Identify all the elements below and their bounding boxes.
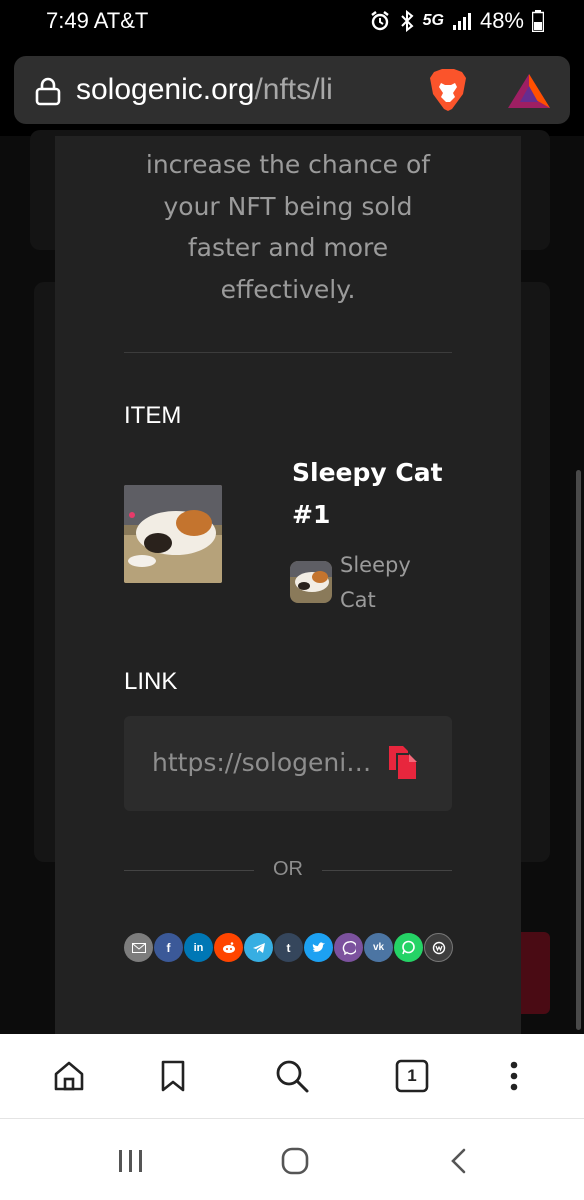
home-button[interactable] — [49, 1056, 89, 1096]
menu-button[interactable] — [494, 1056, 534, 1096]
browser-address-bar: sologenic.org/nfts/li — [0, 44, 584, 136]
search-button[interactable] — [272, 1056, 312, 1096]
tumblr-icon[interactable]: t — [274, 933, 303, 962]
nft-image[interactable] — [124, 485, 222, 583]
email-icon[interactable] — [124, 933, 153, 962]
modal-description: increase the chance of your NFT being so… — [145, 150, 431, 304]
browser-toolbar: 1 — [0, 1034, 584, 1118]
status-time: 7:49 AT&T — [46, 8, 149, 33]
twitter-icon[interactable] — [304, 933, 333, 962]
viber-icon[interactable] — [334, 933, 363, 962]
telegram-icon[interactable] — [244, 933, 273, 962]
brave-shields-icon[interactable] — [428, 68, 468, 112]
copy-link-icon[interactable] — [386, 744, 422, 782]
page-scrollbar[interactable] — [576, 470, 581, 1030]
bat-rewards-icon[interactable] — [506, 72, 552, 110]
recent-apps-button[interactable] — [111, 1145, 151, 1177]
system-navigation-bar — [0, 1118, 584, 1200]
recent-apps-icon — [119, 1150, 142, 1172]
linkedin-icon[interactable]: in — [184, 933, 213, 962]
bookmarks-button[interactable] — [153, 1056, 193, 1096]
vk-icon[interactable]: vk — [364, 933, 393, 962]
home-circle-icon — [281, 1147, 309, 1175]
search-icon — [276, 1060, 309, 1093]
share-link-field[interactable]: https://sologenic.org/nfts/listing/sleep… — [124, 716, 452, 811]
network-label: 5G — [422, 12, 444, 29]
back-icon — [451, 1148, 466, 1174]
divider — [124, 352, 452, 353]
alarm-icon — [370, 11, 389, 31]
url-field[interactable]: sologenic.org/nfts/li — [14, 56, 570, 124]
share-buttons: f in t vk — [124, 933, 453, 962]
bookmark-icon — [161, 1060, 185, 1092]
signal-icon — [452, 13, 471, 30]
collection-thumbnail[interactable] — [290, 561, 332, 603]
workplace-icon[interactable] — [424, 933, 453, 962]
facebook-icon[interactable]: f — [154, 933, 183, 962]
phone-screen: 7:49 AT&T 5G 48% sologenic.org/nfts/li i… — [0, 0, 584, 1200]
battery-percent: 48% — [479, 8, 524, 33]
url-text[interactable]: sologenic.org/nfts/li — [76, 73, 422, 109]
share-link-text[interactable]: https://sologenic.org/nfts/listing/sleep… — [152, 748, 380, 777]
lock-icon[interactable] — [34, 76, 62, 106]
or-line-right — [322, 870, 452, 871]
status-icons: 5G 48% — [369, 8, 544, 34]
item-title[interactable]: Sleepy Cat #1 — [292, 452, 472, 536]
battery-icon — [532, 10, 544, 32]
tabs-count: 1 — [407, 1066, 417, 1085]
or-separator: OR — [124, 858, 452, 882]
more-vertical-icon — [510, 1061, 518, 1091]
collection-name[interactable]: Sleepy Cat — [340, 548, 450, 618]
home-icon — [54, 1061, 84, 1091]
reddit-icon[interactable] — [214, 933, 243, 962]
link-section-label: LINK — [124, 668, 178, 695]
back-button[interactable] — [438, 1145, 478, 1177]
share-modal: increase the chance of your NFT being so… — [55, 136, 521, 1036]
whatsapp-icon[interactable] — [394, 933, 423, 962]
system-home-button[interactable] — [275, 1145, 315, 1177]
status-bar: 7:49 AT&T 5G 48% — [0, 0, 584, 44]
item-section-label: ITEM — [124, 402, 182, 429]
tabs-button[interactable]: 1 — [392, 1056, 432, 1096]
bluetooth-icon — [400, 10, 414, 32]
